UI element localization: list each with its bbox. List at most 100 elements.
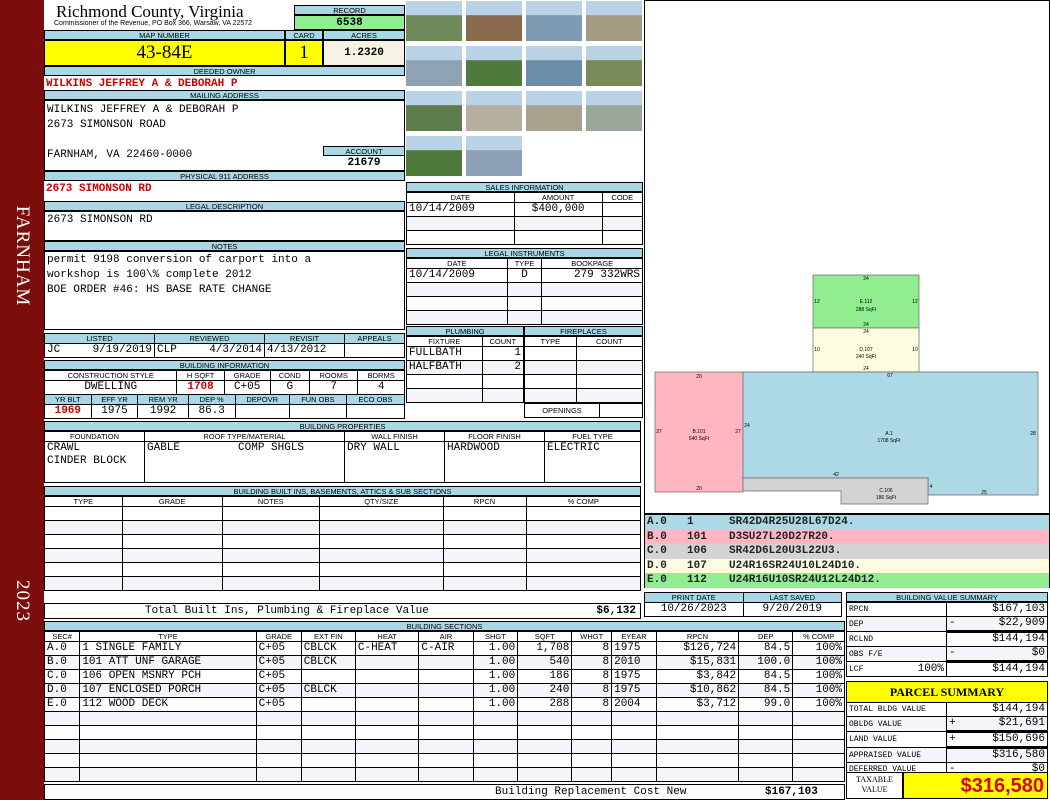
sketch-code-code: 107 (687, 559, 707, 572)
section-row-cell: $3,712 (655, 697, 740, 712)
dim-label: 12 (814, 299, 820, 305)
property-photo[interactable] (405, 90, 463, 132)
builtins-row-cell (525, 520, 641, 535)
section-row-cell (354, 669, 420, 684)
builtins-row-cell (318, 548, 444, 563)
section-row (43, 767, 845, 782)
building-info-value: 86.3 (187, 404, 236, 419)
foundation-1: CRAWL (47, 442, 81, 455)
section-row-cell: 2010 (611, 655, 657, 670)
instrument-row-cell: 10/14/2009 (406, 268, 508, 283)
instruments-header: TYPE (506, 258, 543, 269)
building-sketch: E.112 288 SqFt 24 24 12 12 D.107 240 SqF… (654, 274, 1039, 505)
plumbing-row (406, 388, 525, 403)
card-number: 1 (285, 40, 323, 66)
dim-label: 10 (912, 347, 918, 353)
section-row-cell (418, 683, 474, 698)
acres-label: ACRES (323, 30, 405, 40)
building-info-value: 4 (357, 380, 405, 395)
summary-row: LAND VALUE + $150,696 (846, 730, 1048, 748)
property-photo[interactable] (525, 0, 583, 42)
section-row-cell (571, 711, 613, 726)
plumbing-row (406, 374, 525, 389)
section-row-cell: 8 (571, 641, 613, 656)
sketch-code-code: 112 (687, 574, 707, 586)
building-info-header: REM YR (137, 394, 189, 405)
property-photo[interactable] (585, 0, 643, 42)
sections-header: SQFT (517, 631, 573, 642)
builtins-row (44, 506, 641, 521)
summary-amount: $144,194 (992, 663, 1045, 676)
building-info-header: DEP % (187, 394, 236, 405)
property-photo[interactable] (525, 90, 583, 132)
section-row-cell (79, 739, 257, 754)
properties-header: WALL FINISH (344, 431, 445, 442)
sales-row-cell (601, 202, 643, 217)
last-saved: 9/20/2019 (742, 602, 842, 617)
sections-header: EYEAR (611, 631, 657, 642)
section-row-cell (472, 711, 519, 726)
section-row-cell (43, 739, 81, 754)
note-line: BOE ORDER #46: HS BASE RATE CHANGE (47, 284, 272, 296)
sales-header: DATE (406, 192, 515, 203)
sections-header: DEP (738, 631, 794, 642)
builtins-total-row: Total Built Ins, Plumbing & Fireplace Va… (44, 603, 641, 619)
sketch-code-code: 1 (687, 516, 694, 528)
sketch-code-row: D.0 107 U24R16SR24U10L24D10. (645, 558, 1049, 573)
property-photo[interactable] (465, 90, 523, 132)
sections-total-row: Building Replacement Cost New $167,103 (44, 784, 845, 800)
property-photo[interactable] (465, 135, 523, 177)
section-row-cell (418, 697, 474, 712)
property-photo[interactable] (465, 0, 523, 42)
instrument-row (406, 296, 643, 311)
property-photo[interactable] (525, 45, 583, 87)
building-info-row1: CONSTRUCTION STYLE H SQFT GRADE COND ROOMS BD… (43, 370, 405, 395)
sketch-area-a: 1708 SqFt (877, 438, 901, 444)
section-row-cell (418, 711, 474, 726)
builtins-row-cell (442, 562, 527, 577)
property-photo[interactable] (465, 45, 523, 87)
sections-header: TYPE (79, 631, 257, 642)
property-photo[interactable] (585, 90, 643, 132)
summary-row: TOTAL BLDG VALUE $144,194 (846, 702, 1048, 717)
fireplace-row-cell (575, 374, 644, 389)
section-row-cell (738, 753, 794, 768)
section-row-cell: 101 ATT UNF GARAGE (79, 655, 257, 670)
summary-label: RPCN (846, 602, 947, 617)
builtins-row-cell (318, 520, 444, 535)
section-row-cell: 1975 (611, 669, 657, 684)
section-row-cell: C+05 (255, 655, 302, 670)
wall-finish: DRY WALL (344, 441, 445, 483)
dim-label: 28 (1030, 431, 1036, 437)
taxable-label: TAXABLE VALUE (846, 772, 903, 799)
section-row-cell (738, 725, 794, 740)
plumbing-header: FIXTURE (406, 336, 483, 347)
section-row-cell (571, 767, 613, 782)
builtins-header: NOTES (221, 496, 320, 507)
properties-label: BUILDING PROPERTIES (44, 421, 641, 431)
sidebar: FARNHAM 2023 (0, 0, 44, 800)
section-row-cell (571, 753, 613, 768)
mailing-line2: 2673 SIMONSON ROAD (47, 119, 166, 131)
section-row-cell (517, 767, 573, 782)
section-row-cell (79, 767, 257, 782)
summary-label: RCLND (846, 631, 947, 647)
plumbing-row-cell: 2 (481, 360, 525, 375)
property-photo[interactable] (405, 45, 463, 87)
value-summary-label: BUILDING VALUE SUMMARY (846, 592, 1048, 602)
sales-label: SALES INFORMATION (406, 182, 643, 192)
building-info-header: ROOMS (308, 370, 359, 381)
section-row-cell (354, 767, 420, 782)
summary-amount: $316,580 (992, 749, 1045, 762)
builtins-total-label: Total Built Ins, Plumbing & Fireplace Va… (145, 605, 429, 617)
building-info-header: YR BLT (44, 394, 92, 405)
property-photo[interactable] (585, 45, 643, 87)
property-photo[interactable] (405, 0, 463, 42)
sketch-code-row: B.0 101 D3SU27L20D27R20. (645, 529, 1049, 544)
property-photo[interactable] (405, 135, 463, 177)
builtins-row (44, 576, 641, 591)
sections-header: AIR (418, 631, 474, 642)
summary-row: DEP - $22,909 (846, 616, 1048, 632)
section-row-cell (300, 669, 356, 684)
building-info-header: GRADE (223, 370, 271, 381)
